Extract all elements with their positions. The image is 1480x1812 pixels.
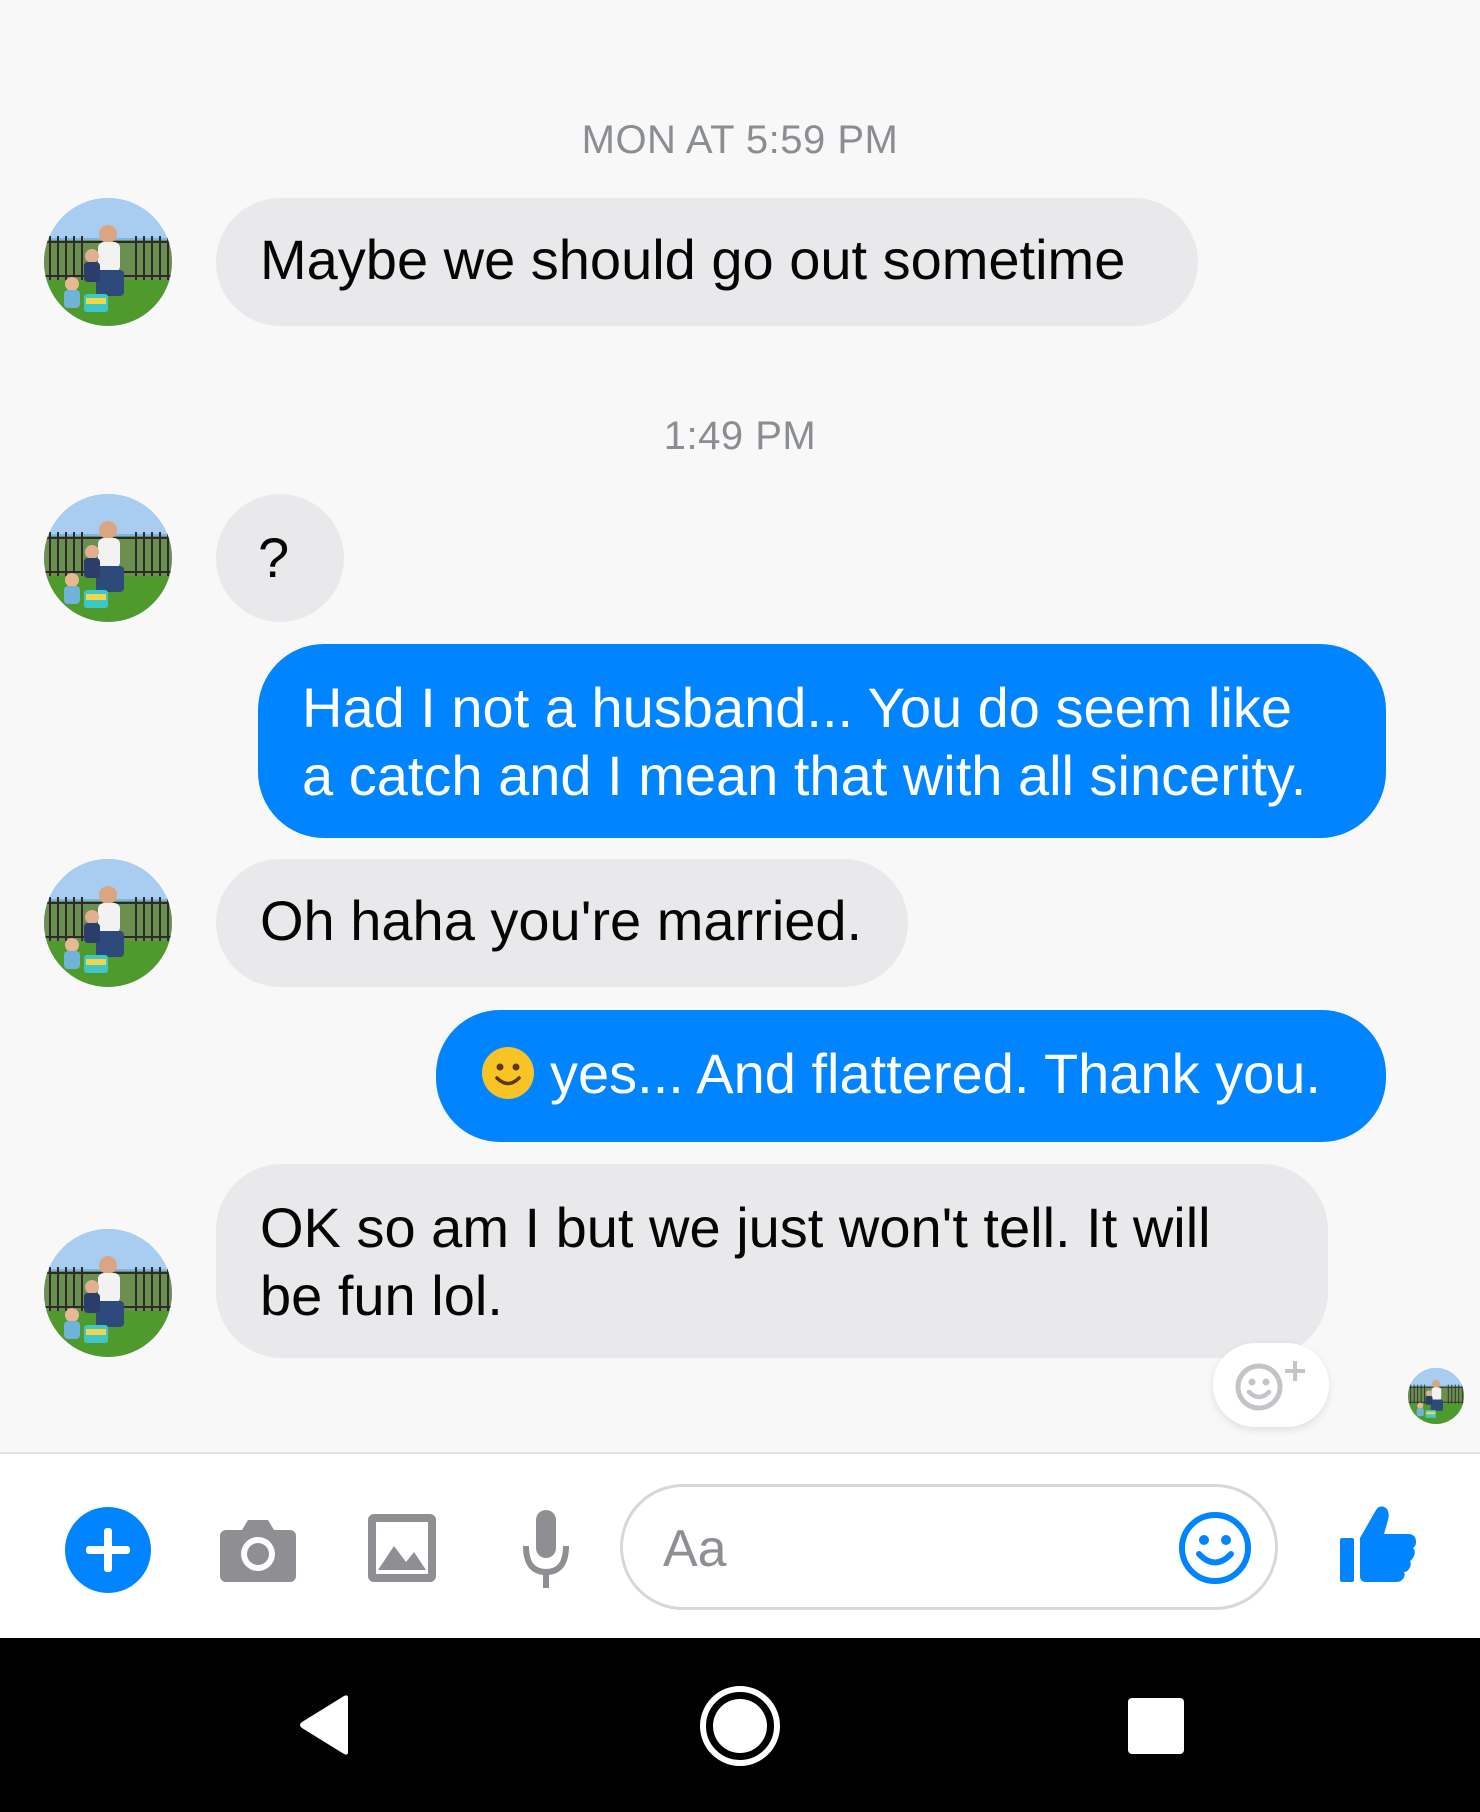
message-bubble-incoming[interactable]: ? <box>216 494 344 622</box>
message-text-line: be fun lol. <box>260 1264 503 1327</box>
message-text: Maybe we should go out sometime <box>260 228 1126 291</box>
thumbs-up-icon[interactable] <box>1340 1504 1416 1584</box>
message-text-line: OK so am I but we just won't tell. It wi… <box>260 1196 1211 1259</box>
seen-indicator-avatar <box>1408 1368 1464 1424</box>
message-thread: MON AT 5:59 PM Maybe we should go out so… <box>0 0 1480 1452</box>
message-bubble-incoming[interactable]: Oh haha you're married. <box>216 859 908 987</box>
message-input[interactable] <box>661 1511 1145 1587</box>
timestamp: MON AT 5:59 PM <box>581 118 899 162</box>
avatar[interactable] <box>44 859 172 987</box>
message-text-line: a catch and I mean that with all sinceri… <box>302 744 1307 807</box>
message-bubble-incoming[interactable]: OK so am I but we just won't tell. It wi… <box>216 1164 1328 1358</box>
system-navigation-bar <box>0 1638 1480 1812</box>
slightly-smiling-face-icon <box>482 1047 534 1099</box>
avatar[interactable] <box>44 494 172 622</box>
message-text: Oh haha you're married. <box>260 889 863 952</box>
add-reaction-icon <box>1235 1361 1305 1411</box>
microphone-icon[interactable] <box>520 1510 572 1590</box>
message-bubble-incoming[interactable]: Maybe we should go out sometime <box>216 198 1198 326</box>
avatar[interactable] <box>44 1229 172 1357</box>
avatar[interactable] <box>44 198 172 326</box>
message-bubble-outgoing[interactable]: Had I not a husband... You do seem like … <box>258 644 1386 838</box>
add-reaction-button[interactable] <box>1213 1343 1329 1427</box>
timestamp: 1:49 PM <box>663 414 817 458</box>
message-text-line: Had I not a husband... You do seem like <box>302 676 1293 739</box>
back-icon[interactable] <box>298 1694 350 1756</box>
plus-icon[interactable] <box>64 1506 152 1594</box>
message-bubble-outgoing[interactable]: yes... And flattered. Thank you. <box>436 1010 1386 1142</box>
message-text: yes... And flattered. Thank you. <box>550 1042 1321 1105</box>
camera-icon[interactable] <box>220 1514 296 1584</box>
recents-icon[interactable] <box>1128 1698 1184 1754</box>
gallery-icon[interactable] <box>368 1514 436 1582</box>
message-composer <box>0 1452 1480 1638</box>
message-text: ? <box>258 526 290 589</box>
home-icon[interactable] <box>698 1684 782 1768</box>
emoji-icon[interactable] <box>1178 1511 1252 1585</box>
message-input-box[interactable] <box>620 1484 1278 1610</box>
